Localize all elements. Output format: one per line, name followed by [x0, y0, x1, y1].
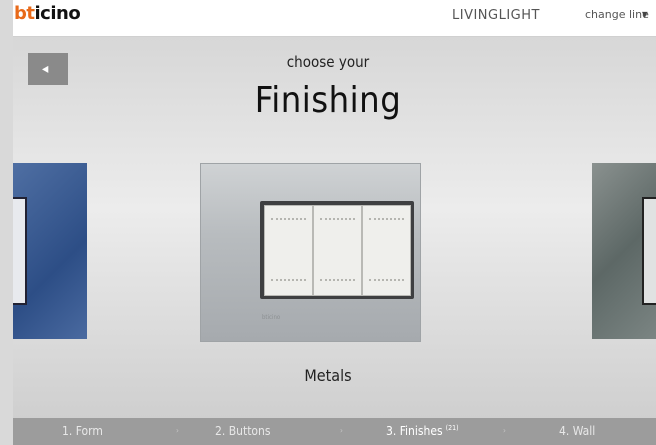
bticino-logo[interactable]: bticino: [14, 3, 81, 24]
selected-finish-label: Metals: [304, 366, 352, 385]
step-wall[interactable]: 4. Wall: [559, 424, 595, 438]
switch-insert: [13, 197, 27, 305]
step-finishes-label: 3. Finishes: [386, 424, 443, 438]
switch-module-3: [362, 205, 411, 296]
switch-module-1: [264, 205, 313, 296]
separator-icon: ›: [176, 426, 179, 435]
step-wall-label: 4. Wall: [559, 424, 596, 438]
finish-option-prev[interactable]: [13, 163, 87, 339]
change-line-link[interactable]: change line: [585, 8, 649, 21]
chevron-down-icon[interactable]: ▼: [642, 10, 648, 19]
livinglight-brand: LIVINGLIGHT: [452, 8, 540, 23]
separator-icon: ›: [340, 426, 343, 435]
finish-option-next[interactable]: [592, 163, 656, 339]
step-form[interactable]: 1. Form: [62, 424, 103, 438]
switch-module-2: [313, 205, 362, 296]
logo-part-1: bt: [14, 3, 35, 24]
plate-brand-mark: bticino: [262, 314, 281, 321]
step-buttons[interactable]: 2. Buttons: [215, 424, 271, 438]
page-subtitle: choose your: [286, 53, 370, 71]
step-finishes[interactable]: 3. Finishes (21): [386, 424, 459, 438]
page-title: Finishing: [254, 80, 402, 121]
step-buttons-label: 2. Buttons: [215, 424, 271, 438]
switch-insert: [642, 197, 656, 305]
step-form-label: 1. Form: [62, 424, 103, 438]
logo-part-2: icino: [34, 3, 81, 24]
separator-icon: ›: [503, 426, 506, 435]
top-bar: [13, 0, 656, 37]
step-finishes-count: (21): [445, 424, 459, 432]
